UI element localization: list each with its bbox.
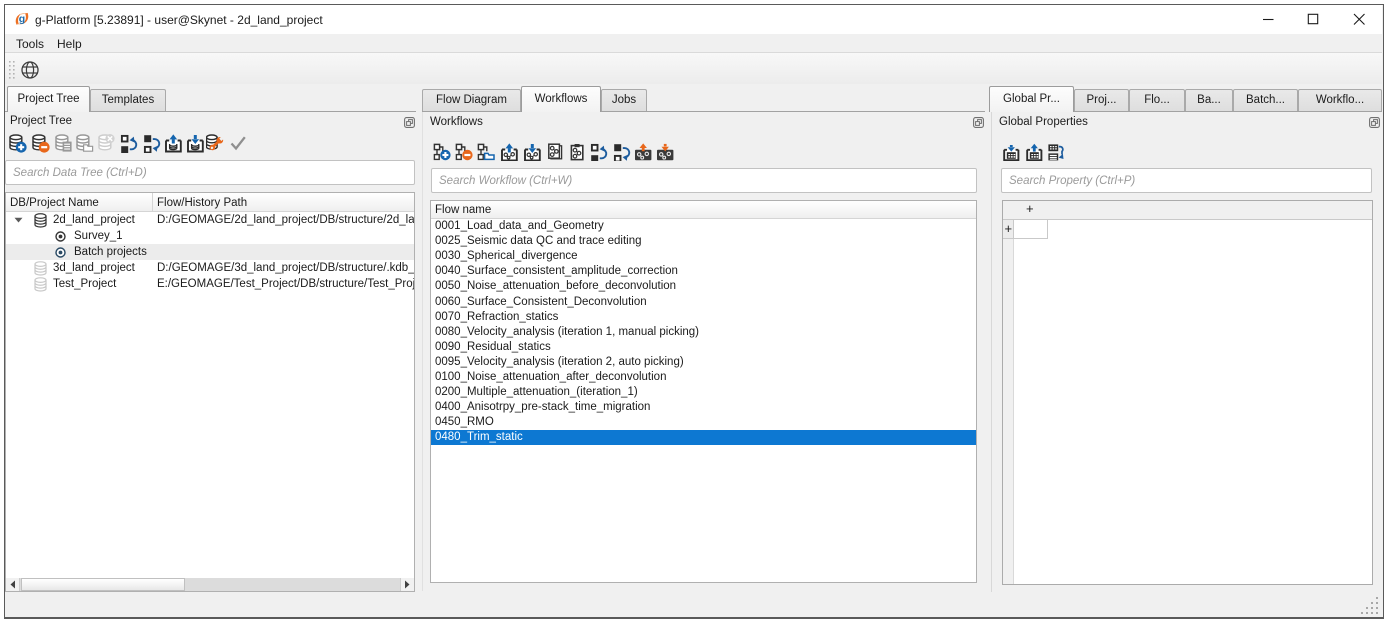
svg-text:g: g: [19, 13, 25, 25]
